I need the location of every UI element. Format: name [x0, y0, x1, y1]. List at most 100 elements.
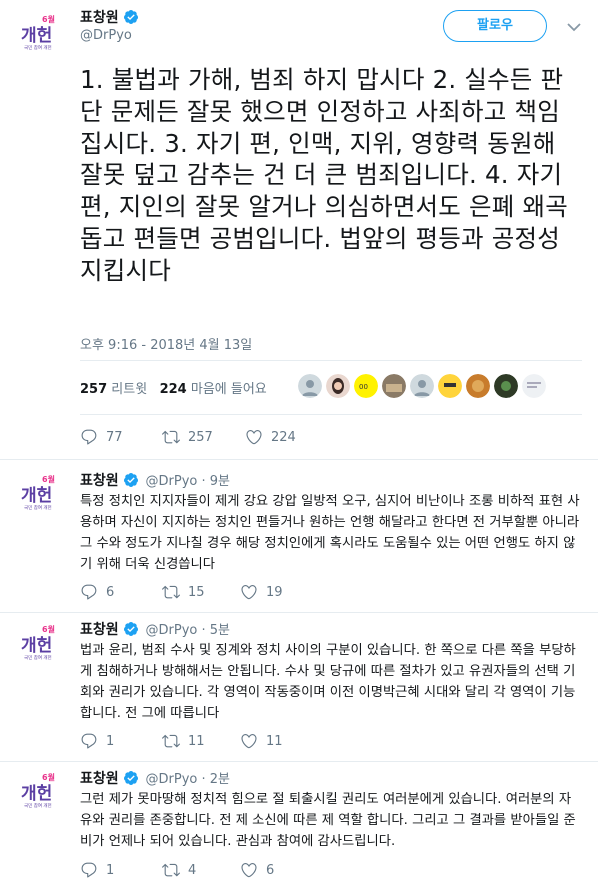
tweet-actions: 77 257 224: [80, 427, 296, 447]
divider: [80, 414, 582, 415]
liker-avatar[interactable]: [382, 374, 406, 398]
display-name[interactable]: 표창원: [80, 622, 119, 638]
display-name[interactable]: 표창원: [80, 7, 139, 27]
like-button[interactable]: 224: [245, 428, 296, 446]
divider: [80, 360, 582, 361]
liker-avatar[interactable]: [438, 374, 462, 398]
reply-text: 그런 제가 못마땅해 정치적 힘으로 절 퇴출시킬 권리도 여러분에게 있습니다…: [80, 792, 576, 849]
divider: [0, 459, 598, 460]
like-button[interactable]: 6: [240, 861, 274, 879]
reply-header[interactable]: 표창원 @DrPyo · 2분: [80, 768, 230, 788]
like-button[interactable]: 11: [240, 732, 283, 750]
like-icon: [241, 734, 257, 749]
like-count[interactable]: 224: [160, 382, 187, 397]
avatar-sub-text: 국민 참여 개헌: [24, 802, 52, 809]
like-count: 6: [266, 862, 275, 878]
display-name[interactable]: 표창원: [80, 771, 119, 787]
verified-badge-icon: [123, 770, 139, 786]
avatar-sub-text: 국민 참여 개헌: [24, 654, 52, 661]
reply-actions: 6 15 19: [80, 582, 283, 602]
liker-avatar[interactable]: [298, 374, 322, 398]
reply-count: 77: [106, 429, 123, 445]
tweet-timestamp[interactable]: 오후 9:16 - 2018년 4월 13일: [80, 334, 252, 353]
reply-button[interactable]: 1: [80, 861, 162, 879]
verified-badge-icon: [123, 621, 139, 637]
main-avatar[interactable]: 6월 개헌 국민 참여 개헌: [16, 8, 64, 56]
retweet-button[interactable]: 257: [162, 428, 245, 446]
liker-avatars: 00: [298, 374, 546, 402]
avatar-top-text: 6월: [42, 474, 55, 484]
reply-icon: [81, 584, 97, 600]
retweet-icon: [162, 863, 180, 877]
retweet-count[interactable]: 257: [80, 382, 107, 397]
retweet-button[interactable]: 15: [162, 583, 240, 601]
retweet-icon: [162, 734, 180, 748]
verified-badge-icon: [123, 472, 139, 488]
avatar-top-text: 6월: [42, 14, 55, 24]
retweet-count: 4: [188, 862, 197, 878]
handle[interactable]: @DrPyo: [80, 28, 132, 43]
reply-button[interactable]: 1: [80, 732, 162, 750]
follow-button[interactable]: 팔로우: [443, 10, 547, 42]
liker-avatar[interactable]: 00: [354, 374, 378, 398]
like-label[interactable]: 마음에 들어요: [191, 382, 267, 397]
retweet-count: 257: [188, 429, 213, 445]
avatar-main-text: 개헌: [21, 486, 52, 506]
retweet-icon: [162, 585, 180, 599]
reply-count: 1: [106, 733, 115, 749]
divider: [0, 612, 598, 613]
like-icon: [241, 585, 257, 600]
tweet-stats: 257 리트윗 224 마음에 들어요: [80, 378, 267, 397]
reply-count: 1: [106, 862, 115, 878]
handle-time[interactable]: @DrPyo · 9분: [146, 474, 230, 489]
retweet-count: 11: [188, 733, 205, 749]
retweet-icon: [162, 430, 180, 444]
like-count: 19: [266, 584, 283, 600]
reply-count: 6: [106, 584, 115, 600]
chevron-down-icon[interactable]: [566, 18, 582, 32]
reply-avatar[interactable]: 6월 개헌 국민 참여 개헌: [16, 618, 64, 666]
reply-text: 특정 정치인 지지자들이 제게 강요 강압 일방적 오구, 심지어 비난이나 조…: [80, 494, 580, 572]
verified-badge-icon: [123, 9, 139, 25]
avatar-main-text: 개헌: [21, 636, 52, 656]
tweet-text: 1. 불법과 가해, 범죄 하지 맙시다 2. 실수든 판단 문제든 잘못 했으…: [80, 65, 568, 285]
retweet-button[interactable]: 4: [162, 861, 240, 879]
reply-header[interactable]: 표창원 @DrPyo · 5분: [80, 619, 230, 639]
like-button[interactable]: 19: [240, 583, 283, 601]
divider: [0, 761, 598, 762]
liker-avatar[interactable]: [522, 374, 546, 398]
retweet-count: 15: [188, 584, 205, 600]
reply-icon: [81, 733, 97, 749]
like-icon: [241, 863, 257, 878]
reply-actions: 1 11 11: [80, 731, 283, 751]
display-name-text[interactable]: 표창원: [80, 10, 119, 26]
like-count: 224: [271, 429, 296, 445]
svg-text:00: 00: [359, 383, 368, 391]
like-icon: [246, 430, 262, 445]
reply-actions: 1 4 6: [80, 860, 274, 880]
display-name[interactable]: 표창원: [80, 473, 119, 489]
handle-time[interactable]: @DrPyo · 5분: [146, 623, 230, 638]
avatar-main-text: 개헌: [21, 26, 52, 46]
avatar-main-text: 개헌: [21, 784, 52, 804]
liker-avatar[interactable]: [410, 374, 434, 398]
avatar-sub-text: 국민 참여 개헌: [24, 504, 52, 511]
liker-avatar[interactable]: [494, 374, 518, 398]
retweet-label[interactable]: 리트윗: [111, 382, 147, 397]
avatar-sub-text: 국민 참여 개헌: [24, 44, 52, 51]
reply-icon: [81, 862, 97, 878]
reply-icon: [81, 429, 97, 445]
avatar-top-text: 6월: [42, 772, 55, 782]
avatar-top-text: 6월: [42, 624, 55, 634]
retweet-button[interactable]: 11: [162, 732, 240, 750]
reply-header[interactable]: 표창원 @DrPyo · 9분: [80, 470, 230, 490]
reply-avatar[interactable]: 6월 개헌 국민 참여 개헌: [16, 766, 64, 814]
reply-avatar[interactable]: 6월 개헌 국민 참여 개헌: [16, 468, 64, 516]
liker-avatar[interactable]: [466, 374, 490, 398]
handle-time[interactable]: @DrPyo · 2분: [146, 772, 230, 787]
liker-avatar[interactable]: [326, 374, 350, 398]
like-count: 11: [266, 733, 283, 749]
reply-button[interactable]: 77: [80, 428, 162, 446]
reply-text: 법과 윤리, 범죄 수사 및 징계와 정치 사이의 구분이 있습니다. 한 쪽으…: [80, 643, 576, 721]
reply-button[interactable]: 6: [80, 583, 162, 601]
